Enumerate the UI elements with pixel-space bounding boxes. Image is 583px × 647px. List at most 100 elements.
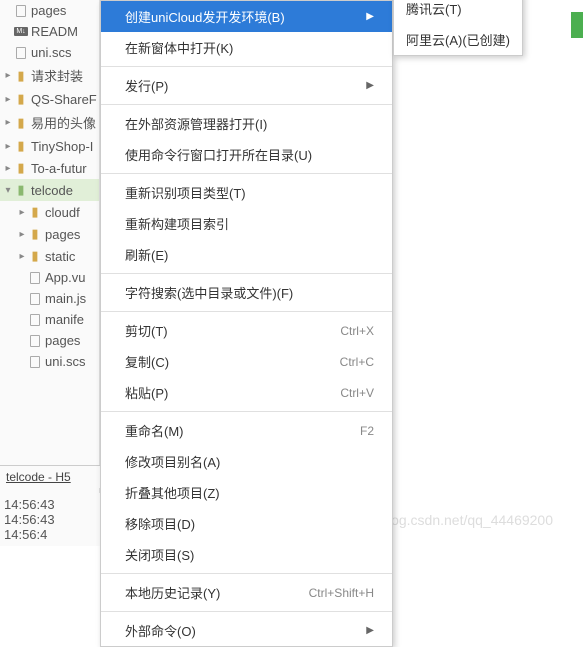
tree-item-label: QS-ShareF bbox=[31, 92, 97, 107]
folder-icon: ▮ bbox=[14, 68, 28, 84]
menu-item[interactable]: 关闭项目(S) bbox=[101, 539, 392, 570]
folder-icon: ▮ bbox=[28, 248, 42, 264]
file-icon bbox=[28, 314, 42, 326]
tree-item-label: manife bbox=[45, 312, 84, 327]
menu-item[interactable]: 折叠其他项目(Z) bbox=[101, 477, 392, 508]
menu-shortcut: Ctrl+C bbox=[340, 355, 374, 369]
menu-item-label: 外部命令(O) bbox=[125, 621, 196, 640]
menu-item[interactable]: 在外部资源管理器打开(I) bbox=[101, 108, 392, 139]
menu-item[interactable]: 重新构建项目索引 bbox=[101, 208, 392, 239]
tree-item-static[interactable]: ▸▮static bbox=[0, 245, 99, 267]
tree-item-label: telcode bbox=[31, 183, 73, 198]
tree-item-pages[interactable]: ▸▮pages bbox=[0, 223, 99, 245]
menu-shortcut: F2 bbox=[360, 424, 374, 438]
tree-item-label: 请求封装 bbox=[31, 66, 83, 85]
tree-item-QS-ShareF[interactable]: ▸▮QS-ShareF bbox=[0, 88, 99, 110]
folder-icon: ▮ bbox=[14, 91, 28, 107]
menu-item[interactable]: 在新窗体中打开(K) bbox=[101, 32, 392, 63]
tree-item-pages[interactable]: pages bbox=[0, 0, 99, 21]
console-timestamp: 14:56:43 bbox=[4, 497, 96, 512]
menu-item[interactable]: 本地历史记录(Y)Ctrl+Shift+H bbox=[101, 577, 392, 608]
file-icon bbox=[28, 293, 42, 305]
tree-item-label: static bbox=[45, 249, 75, 264]
menu-item[interactable]: 复制(C)Ctrl+C bbox=[101, 346, 392, 377]
context-menu: 创建uniCloud发开发环境(B)▶在新窗体中打开(K)发行(P)▶在外部资源… bbox=[100, 0, 393, 647]
menu-item[interactable]: 粘贴(P) Ctrl+V bbox=[101, 377, 392, 408]
menu-item-label: 移除项目(D) bbox=[125, 514, 195, 533]
menu-separator bbox=[101, 66, 392, 67]
menu-item-label: 修改项目别名(A) bbox=[125, 452, 220, 471]
submenu-item[interactable]: 腾讯云(T) bbox=[394, 0, 522, 24]
tree-item-telcode[interactable]: ▾▮telcode bbox=[0, 179, 99, 201]
menu-item-label: 重新构建项目索引 bbox=[125, 214, 229, 233]
tree-item-请求封装[interactable]: ▸▮请求封装 bbox=[0, 63, 99, 88]
file-icon bbox=[14, 47, 28, 59]
menu-separator bbox=[101, 573, 392, 574]
menu-item-label: 发行(P) bbox=[125, 76, 168, 95]
console-timestamp: 14:56:43 bbox=[4, 512, 96, 527]
chevron-right-icon: ▶ bbox=[366, 625, 374, 636]
tree-item-label: pages bbox=[45, 227, 80, 242]
tree-item-label: uni.scs bbox=[45, 354, 85, 369]
menu-item[interactable]: 剪切(T)Ctrl+X bbox=[101, 315, 392, 346]
folder-icon: ▮ bbox=[14, 160, 28, 176]
tree-item-label: main.js bbox=[45, 291, 86, 306]
menu-item[interactable]: 外部命令(O) ▶ bbox=[101, 615, 392, 646]
file-icon bbox=[28, 335, 42, 347]
menu-item-label: 重命名(M) bbox=[125, 421, 184, 440]
chevron-icon: ▸ bbox=[2, 94, 14, 105]
tree-item-uni.scs[interactable]: uni.scs bbox=[0, 42, 99, 63]
tree-item-label: pages bbox=[31, 3, 66, 18]
run-button[interactable] bbox=[571, 12, 583, 38]
tree-item-label: To-a-futur bbox=[31, 161, 87, 176]
submenu-item[interactable]: 阿里云(A)(已创建) bbox=[394, 24, 522, 55]
menu-item-label: 在外部资源管理器打开(I) bbox=[125, 114, 267, 133]
status-bar: telcode - H5 bbox=[0, 465, 100, 488]
tree-item-READM[interactable]: M↓READM bbox=[0, 21, 99, 42]
menu-item-label: 重新识别项目类型(T) bbox=[125, 183, 246, 202]
menu-item-label: 字符搜索(选中目录或文件)(F) bbox=[125, 283, 293, 302]
menu-item[interactable]: 使用命令行窗口打开所在目录(U) bbox=[101, 139, 392, 170]
menu-separator bbox=[101, 173, 392, 174]
menu-item-label: 刷新(E) bbox=[125, 245, 168, 264]
menu-item[interactable]: 修改项目别名(A) bbox=[101, 446, 392, 477]
tree-item-App.vu[interactable]: App.vu bbox=[0, 267, 99, 288]
menu-separator bbox=[101, 611, 392, 612]
tree-item-label: READM bbox=[31, 24, 78, 39]
tree-item-To-a-futur[interactable]: ▸▮To-a-futur bbox=[0, 157, 99, 179]
tree-item-cloudf[interactable]: ▸▮cloudf bbox=[0, 201, 99, 223]
tree-item-label: TinyShop-I bbox=[31, 139, 93, 154]
tree-item-TinyShop-I[interactable]: ▸▮TinyShop-I bbox=[0, 135, 99, 157]
tree-item-label: cloudf bbox=[45, 205, 80, 220]
menu-separator bbox=[101, 273, 392, 274]
menu-item[interactable]: 刷新(E) bbox=[101, 239, 392, 270]
console: 14:56:43 14:56:43 14:56:4 bbox=[0, 493, 100, 546]
tree-item-uni.scs[interactable]: uni.scs bbox=[0, 351, 99, 372]
menu-item[interactable]: 创建uniCloud发开发环境(B)▶ bbox=[101, 1, 392, 32]
tree-item-label: pages bbox=[45, 333, 80, 348]
menu-separator bbox=[101, 104, 392, 105]
file-icon bbox=[28, 356, 42, 368]
menu-item-label: 在新窗体中打开(K) bbox=[125, 38, 233, 57]
menu-item-label: 粘贴(P) bbox=[125, 383, 168, 402]
menu-item-label: 关闭项目(S) bbox=[125, 545, 194, 564]
tree-item-manife[interactable]: manife bbox=[0, 309, 99, 330]
menu-shortcut: Ctrl+V bbox=[340, 386, 374, 400]
chevron-icon: ▸ bbox=[2, 163, 14, 174]
menu-item[interactable]: 移除项目(D) bbox=[101, 508, 392, 539]
folder-open-icon: ▮ bbox=[14, 182, 28, 198]
menu-separator bbox=[101, 411, 392, 412]
menu-item-label: 折叠其他项目(Z) bbox=[125, 483, 220, 502]
tree-item-main.js[interactable]: main.js bbox=[0, 288, 99, 309]
tree-item-易用的头像[interactable]: ▸▮易用的头像 bbox=[0, 110, 99, 135]
tree-item-pages[interactable]: pages bbox=[0, 330, 99, 351]
chevron-icon: ▸ bbox=[2, 141, 14, 152]
folder-icon: ▮ bbox=[28, 226, 42, 242]
menu-item-label: 剪切(T) bbox=[125, 321, 168, 340]
chevron-icon: ▸ bbox=[16, 251, 28, 262]
folder-icon: ▮ bbox=[14, 138, 28, 154]
menu-item[interactable]: 字符搜索(选中目录或文件)(F) bbox=[101, 277, 392, 308]
menu-item[interactable]: 重新识别项目类型(T) bbox=[101, 177, 392, 208]
menu-item[interactable]: 发行(P)▶ bbox=[101, 70, 392, 101]
menu-item[interactable]: 重命名(M) F2 bbox=[101, 415, 392, 446]
